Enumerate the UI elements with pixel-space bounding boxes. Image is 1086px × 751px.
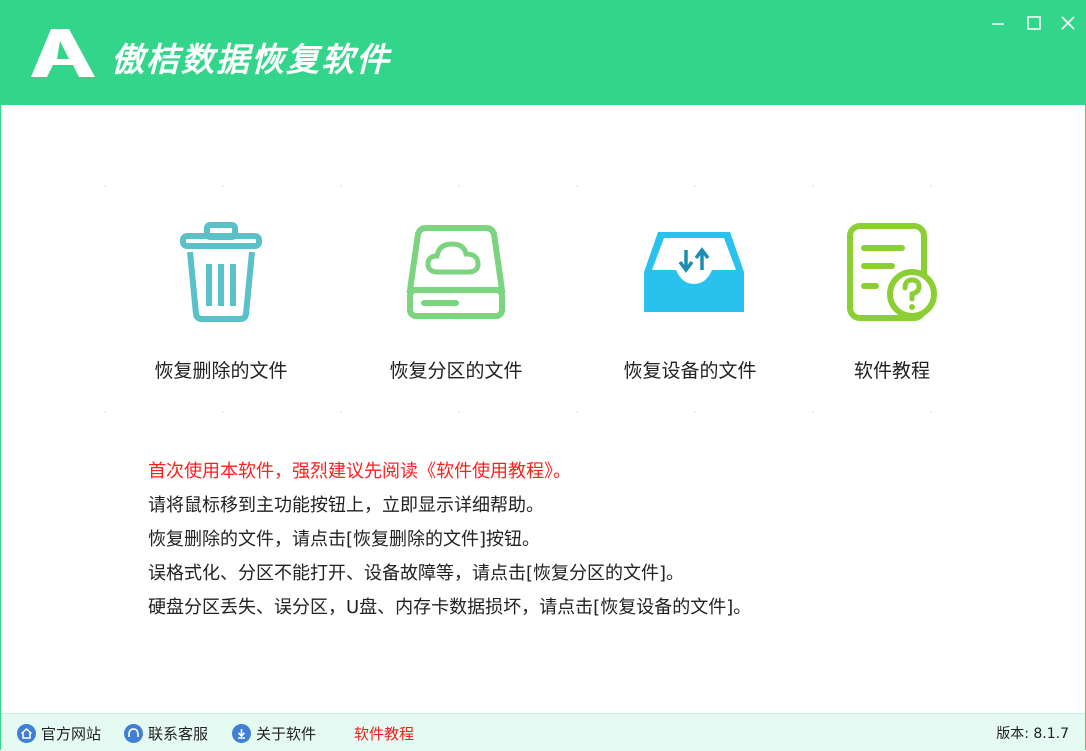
title-bar: 傲桔数据恢复软件 — [1, 1, 1085, 105]
maximize-icon — [1019, 15, 1049, 31]
official-site-label: 官方网站 — [41, 724, 102, 743]
recover-device-files-button[interactable]: 恢复设备的文件 — [573, 186, 807, 411]
about-software-link[interactable]: 关于软件 — [232, 722, 316, 744]
trash-icon — [171, 222, 271, 332]
tip-device-files: 硬盘分区丢失、误分区，U盘、内存卡数据损坏，请点击[恢复设备的文件]。 — [148, 597, 752, 618]
device-transfer-icon — [640, 222, 744, 332]
minimize-button[interactable] — [983, 9, 1013, 37]
feature-label: 恢复设备的文件 — [623, 360, 757, 382]
tip-partition-files: 误格式化、分区不能打开、设备故障等，请点击[恢复分区的文件]。 — [148, 563, 685, 584]
home-icon — [17, 723, 36, 743]
maximize-button[interactable] — [1019, 9, 1049, 37]
feature-label: 恢复删除的文件 — [154, 360, 288, 382]
app-window: 傲桔数据恢复软件 恢复删除的文件 恢复分区的文件 恢复设备的文件 软件教程 首次… — [0, 0, 1086, 751]
app-title: 傲桔数据恢复软件 — [111, 40, 391, 79]
tip-read-tutorial: 首次使用本软件，强烈建议先阅读《软件使用教程》。 — [148, 461, 571, 482]
close-button[interactable] — [1053, 9, 1083, 37]
tutorial-button[interactable]: 软件教程 — [775, 186, 1009, 411]
about-software-label: 关于软件 — [256, 724, 317, 743]
contact-service-link[interactable]: 联系客服 — [124, 722, 208, 744]
recover-partition-files-button[interactable]: 恢复分区的文件 — [339, 186, 573, 411]
feature-label: 恢复分区的文件 — [389, 360, 523, 382]
tip-hover-help: 请将鼠标移到主功能按钮上，立即显示详细帮助。 — [148, 495, 544, 516]
bottom-divider — [104, 411, 984, 413]
letter-a-logo — [29, 29, 95, 77]
document-help-icon — [842, 222, 942, 332]
tips-list: 首次使用本软件，强烈建议先阅读《软件使用教程》。 请将鼠标移到主功能按钮上，立即… — [148, 459, 751, 629]
top-divider — [104, 185, 984, 187]
recover-deleted-files-button[interactable]: 恢复删除的文件 — [104, 186, 338, 411]
info-icon — [232, 723, 251, 743]
support-icon — [124, 723, 143, 743]
contact-service-label: 联系客服 — [148, 724, 209, 743]
close-icon — [1053, 15, 1083, 31]
feature-label: 软件教程 — [853, 360, 930, 382]
cloud-drive-icon — [406, 222, 506, 332]
minimize-icon — [983, 15, 1013, 31]
tutorial-link[interactable]: 软件教程 — [354, 722, 414, 744]
version-label: 版本: 8.1.7 — [996, 726, 1069, 742]
status-bar: 官方网站 联系客服 关于软件 软件教程 版本: 8.1.7 — [1, 713, 1085, 751]
tip-deleted-files: 恢复删除的文件，请点击[恢复删除的文件]按钮。 — [148, 529, 541, 550]
official-site-link[interactable]: 官方网站 — [17, 722, 101, 744]
